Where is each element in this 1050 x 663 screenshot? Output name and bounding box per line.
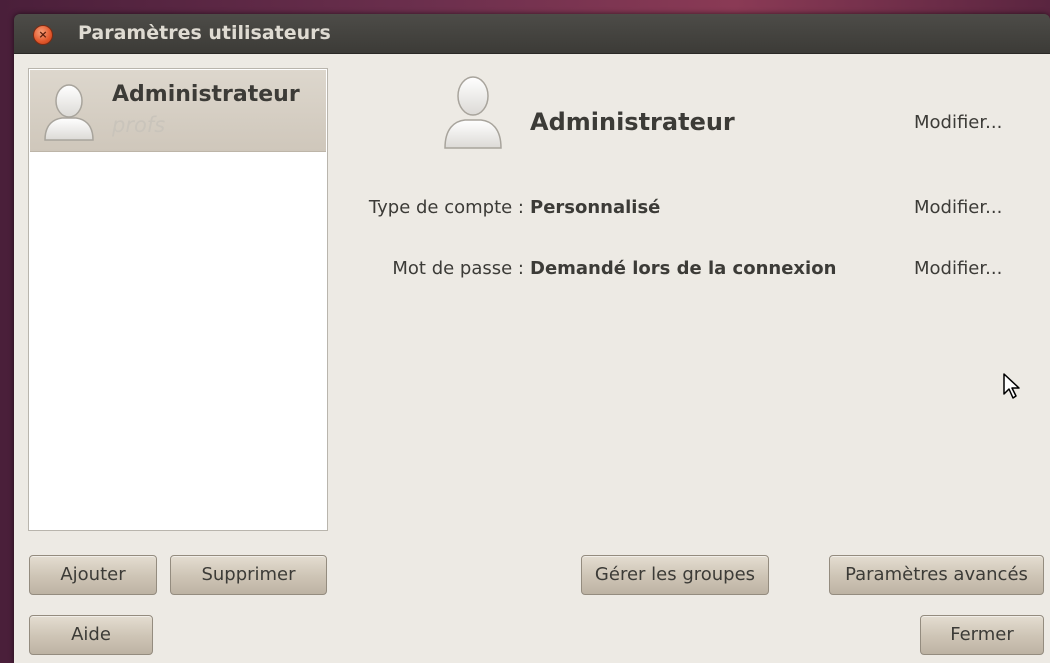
user-name-heading: Administrateur <box>530 108 735 136</box>
user-avatar-icon <box>42 82 96 142</box>
user-list-item-group: profs <box>112 113 166 137</box>
mouse-pointer-icon <box>1002 372 1022 404</box>
add-user-button[interactable]: Ajouter <box>29 555 157 595</box>
user-list[interactable]: Administrateur profs <box>28 68 328 531</box>
password-value: Demandé lors de la connexion <box>530 258 837 279</box>
close-icon[interactable]: × <box>33 25 53 45</box>
title-bar[interactable]: × Paramètres utilisateurs <box>14 14 1050 54</box>
user-list-item-name: Administrateur <box>112 82 300 107</box>
modify-password-link[interactable]: Modifier... <box>914 258 1002 279</box>
account-type-label: Type de compte : <box>368 197 524 218</box>
user-avatar-icon <box>442 74 504 150</box>
help-button[interactable]: Aide <box>29 615 153 655</box>
window-title: Paramètres utilisateurs <box>78 22 331 44</box>
window-body: Administrateur profs Administrateur Modi… <box>14 54 1050 663</box>
modify-name-link[interactable]: Modifier... <box>914 112 1002 133</box>
modify-account-type-link[interactable]: Modifier... <box>914 197 1002 218</box>
close-button[interactable]: Fermer <box>920 615 1044 655</box>
manage-groups-button[interactable]: Gérer les groupes <box>581 555 769 595</box>
user-settings-window: × Paramètres utilisateurs Administrateur… <box>14 14 1050 663</box>
remove-user-button[interactable]: Supprimer <box>170 555 327 595</box>
account-type-value: Personnalisé <box>530 197 661 218</box>
advanced-settings-button[interactable]: Paramètres avancés <box>829 555 1044 595</box>
user-list-item[interactable]: Administrateur profs <box>30 70 326 152</box>
password-label: Mot de passe : <box>392 258 524 279</box>
